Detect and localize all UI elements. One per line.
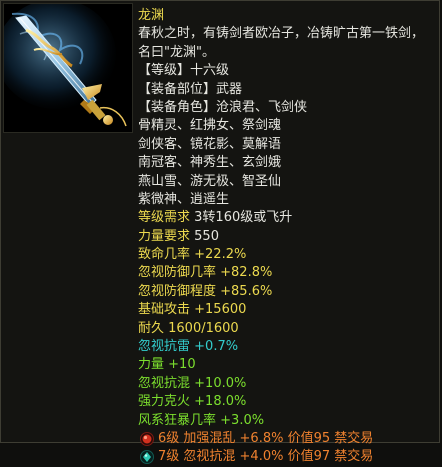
bonus-ignore-chaos-value: +10.0% xyxy=(194,375,247,391)
item-roles-2: 剑侠客、镜花影、莫解语 xyxy=(138,136,282,152)
bonus-ignore-thunder: 忽视抗雷 +0.7% xyxy=(138,338,438,356)
level-requirement: 等级需求 3转160级或飞升 xyxy=(138,209,438,227)
crit-chance: 致命几率 +22.2% xyxy=(138,247,247,263)
item-icon xyxy=(3,3,133,133)
bonus-wind: 风系狂暴几率 +3.0% xyxy=(138,412,438,430)
bonus-ignore-chaos: 忽视抗混 +10.0% xyxy=(138,375,438,393)
bonus-ignore-chaos-label: 忽视抗混 xyxy=(138,375,191,391)
item-slot: 【装备部位】武器 xyxy=(138,81,243,97)
red-gem-icon xyxy=(140,431,154,446)
bonus-strength-value: +10 xyxy=(168,357,196,373)
item-description-1: 春秋之时，有铸剑者欧冶子，冶铸旷古第一铁剑， xyxy=(138,26,425,42)
item-tooltip: 龙渊 春秋之时，有铸剑者欧冶子，冶铸旷古第一铁剑， 名曰"龙渊"。 【等级】十六… xyxy=(0,0,440,465)
level-requirement-value: 3转160级或飞升 xyxy=(194,210,293,226)
item-roles-header: 【装备角色】沧浪君、飞剑侠 xyxy=(138,99,308,115)
item-info: 龙渊 春秋之时，有铸剑者欧冶子，冶铸旷古第一铁剑， 名曰"龙渊"。 【等级】十六… xyxy=(138,7,438,467)
ignore-defense-degree: 忽视防御程度 +85.6% xyxy=(138,283,273,299)
cyan-gem-icon xyxy=(140,450,154,465)
ignore-defense-chance: 忽视防御几率 +82.8% xyxy=(138,265,273,281)
bonus-ignore-thunder-value: +0.7% xyxy=(194,339,239,355)
bonus-wind-value: +3.0% xyxy=(220,412,265,428)
item-roles-5: 紫微神、逍遥生 xyxy=(138,191,230,207)
bonus-strength-label: 力量 xyxy=(138,357,165,373)
item-roles-4: 燕山雪、游无极、智圣仙 xyxy=(138,173,282,189)
bonus-fire: 强力克火 +18.0% xyxy=(138,393,438,411)
bonus-ignore-thunder-label: 忽视抗雷 xyxy=(138,339,191,355)
gem-row-2: 7级 忽视抗混 +4.0% 价值97 禁交易 xyxy=(138,448,438,466)
gem-row-2-text: 7级 忽视抗混 +4.0% 价值97 禁交易 xyxy=(158,449,374,465)
item-roles-1: 骨精灵、红拂女、祭剑魂 xyxy=(138,118,282,134)
level-requirement-label: 等级需求 xyxy=(138,210,191,226)
sword-icon xyxy=(4,4,132,132)
bonus-strength: 力量 +10 xyxy=(138,356,438,374)
item-description-2: 名曰"龙渊"。 xyxy=(138,44,215,60)
bonus-fire-label: 强力克火 xyxy=(138,394,191,410)
item-roles-3: 南冠客、神秀生、玄剑娥 xyxy=(138,155,282,171)
durability: 耐久 1600/1600 xyxy=(138,320,239,336)
base-attack: 基础攻击 +15600 xyxy=(138,302,247,318)
item-level: 【等级】十六级 xyxy=(138,63,230,79)
bonus-fire-value: +18.0% xyxy=(194,394,247,410)
item-name: 龙渊 xyxy=(138,8,165,23)
gem-row-1: 6级 加强混乱 +6.8% 价值95 禁交易 xyxy=(138,430,438,448)
strength-requirement: 力量要求 550 xyxy=(138,228,438,246)
strength-requirement-label: 力量要求 xyxy=(138,228,191,244)
bonus-wind-label: 风系狂暴几率 xyxy=(138,412,217,428)
gem-row-1-text: 6级 加强混乱 +6.8% 价值95 禁交易 xyxy=(158,430,374,446)
strength-requirement-value: 550 xyxy=(194,228,219,244)
